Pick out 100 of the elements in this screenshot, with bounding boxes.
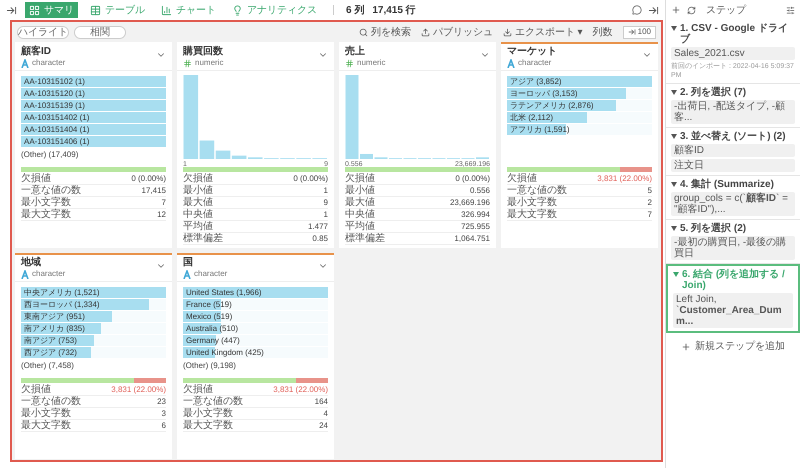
column-count: 6 列 xyxy=(346,4,364,18)
letter-icon xyxy=(183,270,191,278)
column-type: numeric xyxy=(357,58,386,68)
column-title: 購買回数 xyxy=(183,46,224,58)
value-label: 西ヨーロッパ (1,334) xyxy=(24,299,100,310)
value-label: 中央アメリカ (1,521) xyxy=(24,287,100,298)
search-icon xyxy=(358,28,368,36)
stat-value: 17,415 xyxy=(142,184,166,196)
stat-value: 0.85 xyxy=(312,232,328,244)
stat-label: 一意な値の数 xyxy=(21,184,81,196)
stat-value: 1,064.751 xyxy=(454,232,490,244)
column-title: マーケット xyxy=(507,46,557,58)
stat-label: 最大文字数 xyxy=(183,420,233,432)
toggle-button[interactable]: ハイライト xyxy=(17,26,69,38)
stat-value: 9 xyxy=(324,196,328,208)
export-button[interactable]: エクスポート ▾ xyxy=(502,24,583,40)
column-title: 顧客ID xyxy=(21,46,52,58)
stat-value: 6 xyxy=(162,420,166,432)
caret-icon[interactable] xyxy=(671,26,677,31)
value-label: 南アメリカ (835) xyxy=(24,323,85,334)
stat-label: 一意な値の数 xyxy=(21,396,81,408)
other-count: (Other) (9,198) xyxy=(183,360,237,371)
comment-icon[interactable] xyxy=(632,5,642,15)
stat-value: 1 xyxy=(324,184,328,196)
column-type: character xyxy=(518,58,552,68)
stat-value: 0 (0.00%) xyxy=(131,172,166,184)
stat-label: 最小文字数 xyxy=(183,408,233,420)
stat-label: 欠損値 xyxy=(21,384,51,396)
step-title: 6. 結合 (列を追加する / Join) xyxy=(682,269,786,291)
stat-label: 欠損値 xyxy=(183,384,213,396)
step-card[interactable]: 2. 列を選択 (7) -出荷日, -配送タイプ, -顧客... xyxy=(666,84,800,128)
step-card[interactable]: 6. 結合 (列を追加する / Join) Left Join, `Customer_Area_Dumm... xyxy=(666,264,800,333)
stat-label: 欠損値 xyxy=(21,172,51,184)
stat-label: 最大値 xyxy=(183,196,213,208)
value-label: ラテンアメリカ (2,876) xyxy=(510,100,594,111)
arrow-icon xyxy=(628,28,636,36)
stat-value: 23,669.196 xyxy=(450,196,490,208)
stat-value: 0.556 xyxy=(470,184,490,196)
step-detail: 顧客ID xyxy=(671,144,795,157)
settings-icon[interactable] xyxy=(786,6,795,14)
step-card[interactable]: 3. 並べ替え (ソート) (2) 顧客ID 注文日 xyxy=(666,128,800,176)
stat-value: 3,831 (22.00%) xyxy=(597,172,652,184)
stat-label: 中央値 xyxy=(345,208,375,220)
caret-icon[interactable] xyxy=(671,226,677,231)
caret-icon[interactable] xyxy=(671,134,677,139)
value-label: アジア (3,852) xyxy=(510,76,562,87)
row-count: 17,415 行 xyxy=(372,4,416,18)
add-step-button[interactable]: 新規ステップを追加 xyxy=(666,339,800,354)
collapse-icon[interactable] xyxy=(6,4,17,16)
value-label: AA-10315120 (1) xyxy=(24,88,85,99)
letter-icon xyxy=(21,58,29,68)
stat-label: 欠損値 xyxy=(345,172,375,184)
value-label: AA-103151406 (1) xyxy=(24,136,90,147)
value-label: AA-103151404 (1) xyxy=(24,124,90,135)
stat-label: 欠損値 xyxy=(183,172,213,184)
stat-label: 最小文字数 xyxy=(21,408,71,420)
toggle-button[interactable]: 相関 xyxy=(74,26,126,38)
stat-value: 3,831 (22.00%) xyxy=(273,384,328,396)
stat-value: 0 (0.00%) xyxy=(293,172,328,184)
stat-label: 最小値 xyxy=(345,184,375,196)
value-label: 東南アジア (951) xyxy=(24,311,85,322)
step-title: 4. 集計 (Summarize) xyxy=(680,179,774,190)
step-title: 2. 列を選択 (7) xyxy=(680,87,746,98)
stat-label: 一意な値の数 xyxy=(183,396,243,408)
step-card[interactable]: 5. 列を選択 (2) -最初の購買日, -最後の購買日 xyxy=(666,220,800,264)
stat-label: 中央値 xyxy=(183,208,213,220)
add-icon[interactable] xyxy=(671,5,681,15)
add-icon xyxy=(681,342,691,352)
column-type: character xyxy=(194,269,228,279)
column-title: 売上 xyxy=(345,46,366,58)
columns-field[interactable]: 100 xyxy=(622,26,656,38)
step-title: 5. 列を選択 (2) xyxy=(680,223,746,234)
other-count: (Other) (17,409) xyxy=(21,149,80,160)
value-label: ヨーロッパ (3,153) xyxy=(510,88,578,99)
stat-value: 1 xyxy=(324,208,328,220)
refresh-icon[interactable] xyxy=(687,6,696,14)
value-label: Mexico (519) xyxy=(186,311,232,322)
stat-label: 標準偏差 xyxy=(183,232,223,244)
step-detail: Sales_2021.csv xyxy=(671,47,795,60)
hash-icon xyxy=(345,58,354,68)
stat-label: 平均値 xyxy=(183,220,213,232)
caret-icon[interactable] xyxy=(671,90,677,95)
stat-value: 3 xyxy=(162,408,166,420)
grid-icon xyxy=(29,4,40,16)
stat-value: 1.477 xyxy=(308,220,328,232)
step-detail: -最初の購買日, -最後の購買日 xyxy=(671,236,795,260)
stat-value: 23 xyxy=(157,396,166,408)
column-type: character xyxy=(32,58,66,68)
panel-title: ステップ xyxy=(706,4,746,18)
collapse-icon[interactable] xyxy=(648,4,659,16)
stat-label: 最小値 xyxy=(183,184,213,196)
step-card[interactable]: 4. 集計 (Summarize) group_cols = c(`顧客ID` = "顧客ID"),... xyxy=(666,176,800,220)
search-columns-button[interactable]: 列を検索 xyxy=(358,24,411,40)
upload-icon xyxy=(420,28,430,36)
stat-value: 12 xyxy=(157,208,166,220)
step-title: 3. 並べ替え (ソート) (2) xyxy=(680,131,786,142)
publish-button[interactable]: パブリッシュ xyxy=(420,24,493,40)
hash-icon xyxy=(183,58,192,68)
column-type: numeric xyxy=(195,58,224,68)
caret-icon[interactable] xyxy=(671,182,677,187)
